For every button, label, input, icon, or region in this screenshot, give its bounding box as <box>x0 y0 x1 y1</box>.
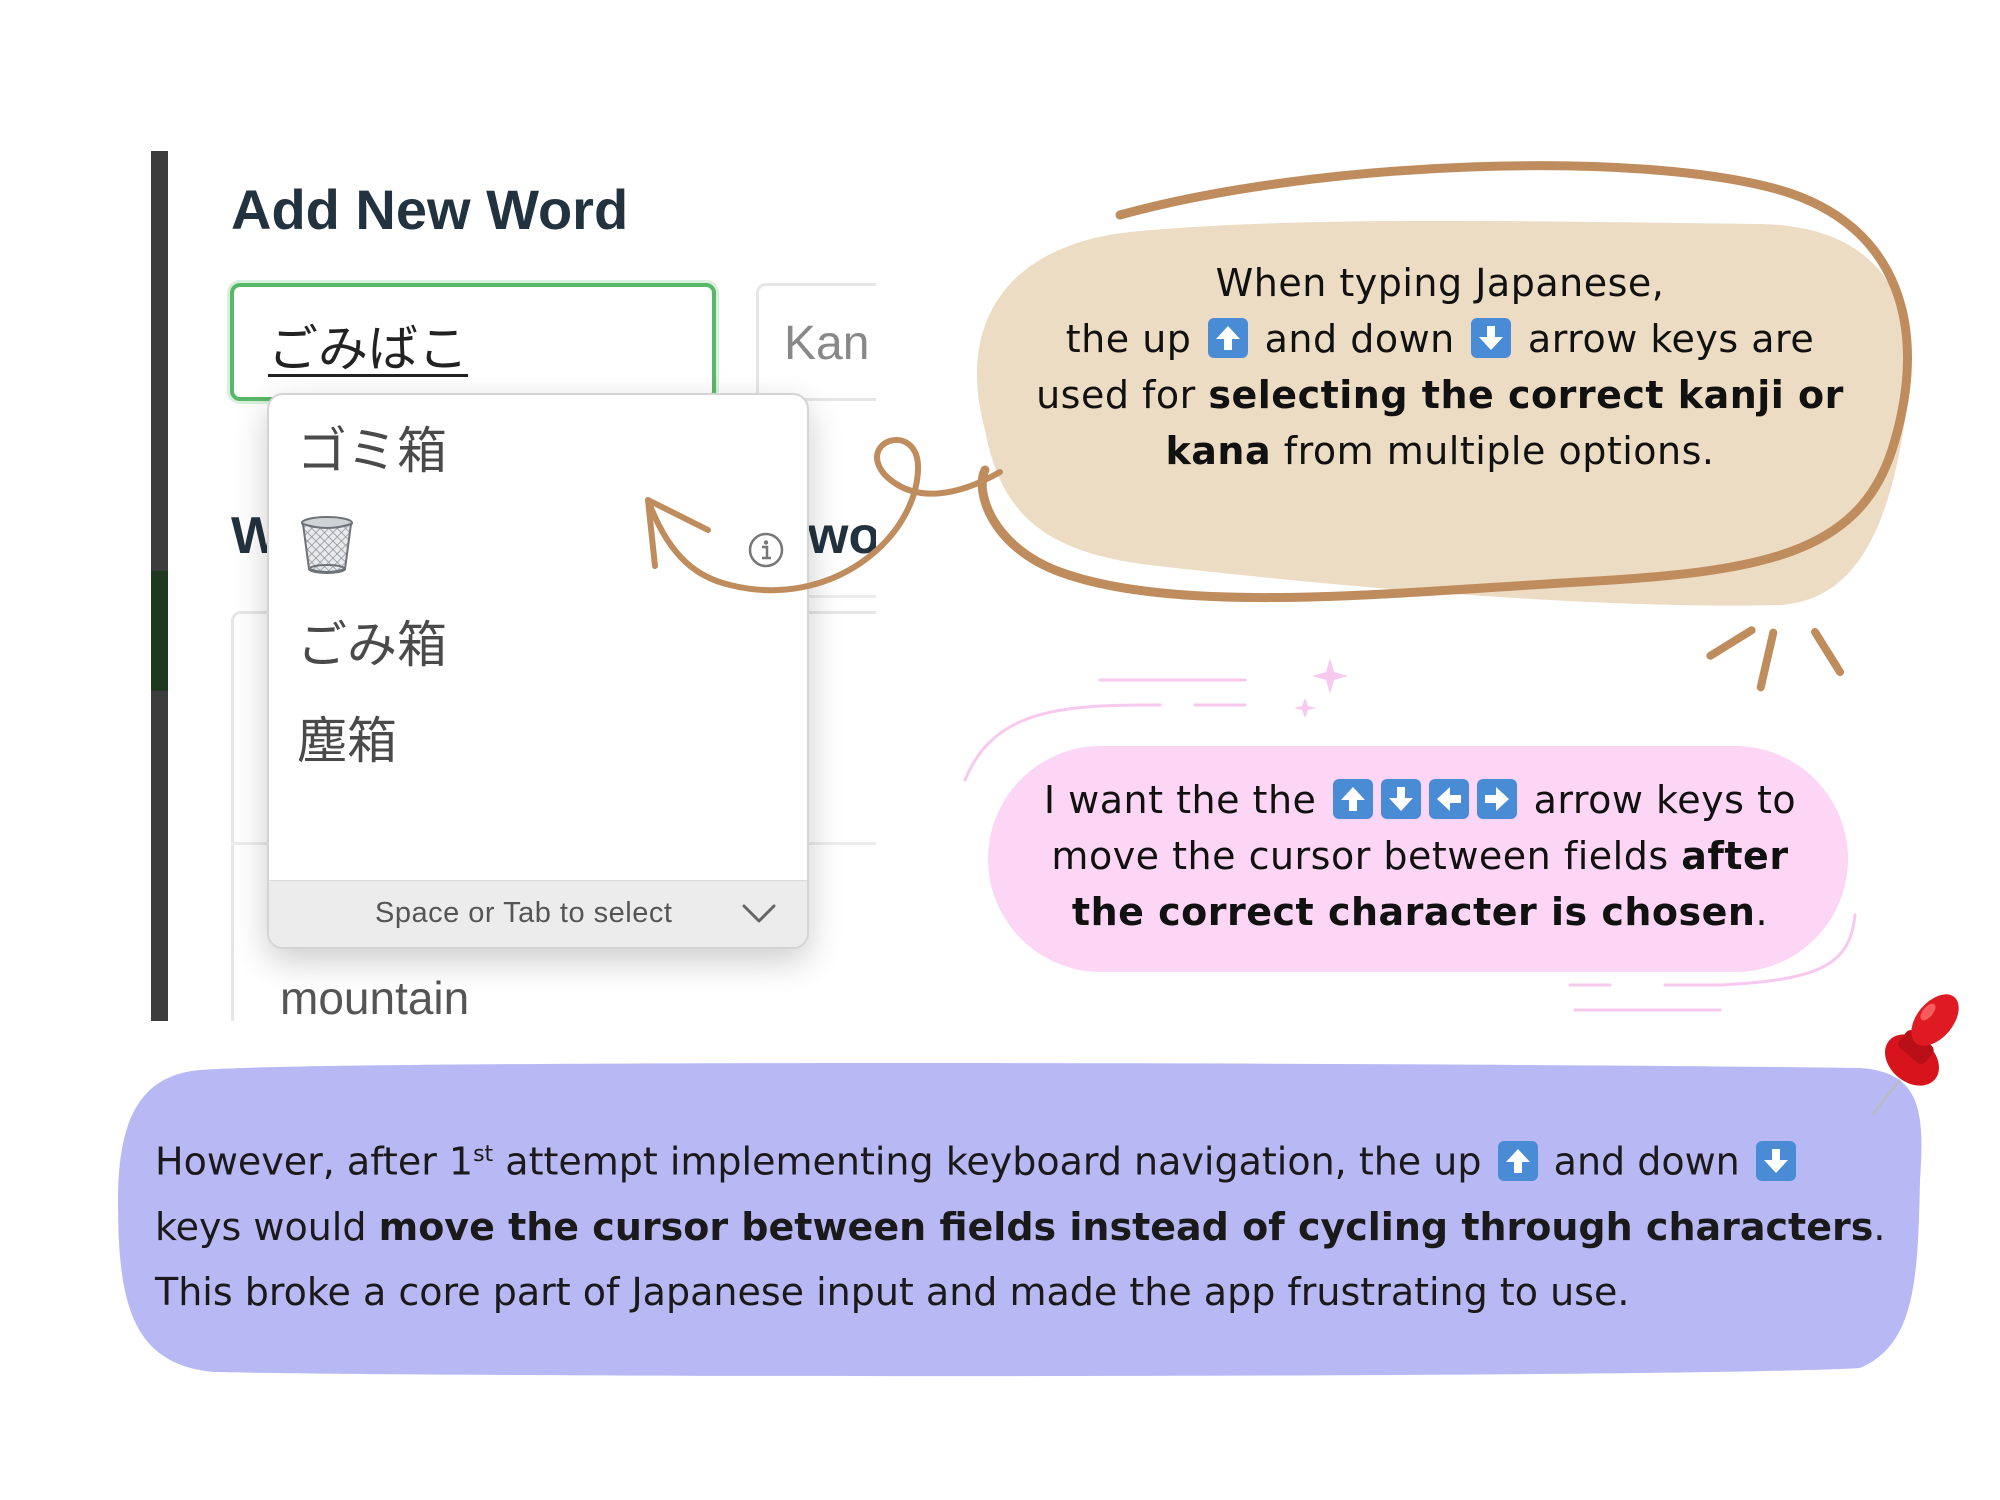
emphasis-mark <box>1756 628 1778 692</box>
callout-line: kana from multiple options. <box>1165 429 1715 473</box>
pushpin-icon <box>1870 994 1959 1116</box>
arrow-up-key-icon <box>1333 779 1374 819</box>
sparkle-icon <box>1312 658 1348 694</box>
sparkle-icon <box>1294 698 1316 718</box>
emphasis-mark <box>1706 626 1756 660</box>
callout-line: the up and down arrow keys are <box>1065 317 1815 361</box>
callout-ime-behavior: When typing Japanese, the up and down ar… <box>1030 255 1850 479</box>
arrow-up-key-icon <box>1208 318 1249 358</box>
arrow-down-key-icon <box>1755 1140 1796 1181</box>
callout-line: the correct character is chosen. <box>1071 890 1769 934</box>
callout-line: used for selecting the correct kanji or <box>1036 373 1844 417</box>
emphasis-mark <box>1811 628 1844 676</box>
arrow-right-key-icon <box>1477 779 1518 819</box>
callout-line: keys would move the cursor between field… <box>155 1204 1886 1249</box>
curly-arrow <box>645 437 1003 594</box>
problem-description: However, after 1st attempt implementing … <box>155 1122 1915 1325</box>
arrow-left-key-icon <box>1429 779 1470 819</box>
arrow-down-key-icon <box>1471 318 1512 358</box>
callout-desired-behavior: I want the the arrow keys to move the cu… <box>1000 772 1840 940</box>
callout-line: move the cursor between fields after <box>1051 834 1789 878</box>
arrow-up-key-icon <box>1497 1140 1538 1181</box>
arrow-down-key-icon <box>1381 779 1422 819</box>
callout-line: However, after 1st attempt implementing … <box>155 1122 1915 1195</box>
callout-line: I want the the arrow keys to <box>1043 778 1797 822</box>
callout-line: This broke a core part of Japanese input… <box>155 1269 1630 1314</box>
callout-line: When typing Japanese, <box>1215 261 1665 305</box>
